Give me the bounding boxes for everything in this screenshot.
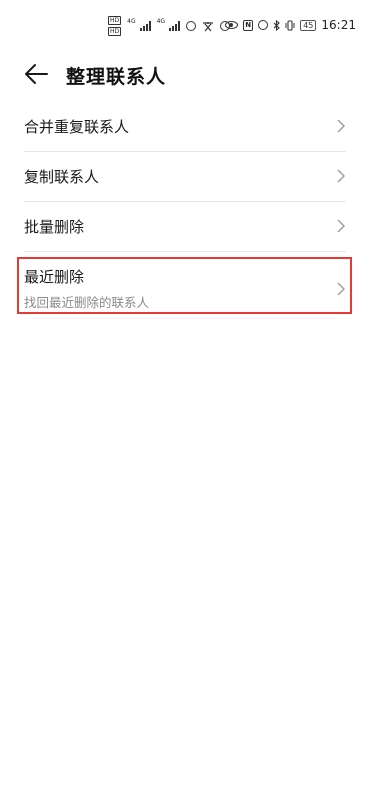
batch-delete-item[interactable]: 批量删除 (24, 202, 346, 252)
status-left: HD HD 4G 4G (108, 16, 231, 36)
battery-icon: 45 (300, 19, 317, 31)
back-arrow-icon (25, 64, 48, 84)
copy-contacts-item[interactable]: 复制联系人 (24, 152, 346, 202)
back-button[interactable] (22, 60, 50, 88)
network-type-2: 4G (156, 17, 166, 25)
clock-time: 16:21 (321, 18, 356, 32)
alarm-icon (258, 20, 269, 30)
eye-icon (225, 21, 239, 29)
chevron-right-icon (337, 119, 345, 133)
chevron-right-icon (337, 219, 345, 233)
app-header: 整理联系人 (0, 52, 370, 96)
network-type-1: 4G (127, 17, 136, 25)
nfc-icon: N (243, 19, 254, 31)
weibo-icon (186, 21, 197, 31)
item-label: 合并重复联系人 (24, 118, 130, 136)
signal-icon-2 (169, 21, 181, 31)
recently-deleted-item[interactable]: 最近删除 找回最近删除的联系人 (24, 258, 346, 318)
page-title: 整理联系人 (66, 66, 167, 88)
item-label: 复制联系人 (24, 168, 100, 186)
merge-duplicates-item[interactable]: 合并重复联系人 (24, 102, 346, 152)
chevron-right-icon (337, 282, 345, 296)
sim2-label: HD (108, 27, 122, 36)
sim-icon: HD HD (108, 16, 122, 36)
signal-icon (139, 21, 151, 31)
vibrate-icon (285, 19, 295, 31)
translate-icon (203, 21, 214, 31)
settings-list: 合并重复联系人 复制联系人 批量删除 最近删除 找回最近删除的联系人 (0, 102, 370, 318)
bluetooth-icon (273, 19, 281, 31)
status-bar: HD HD 4G 4G N 45 16:21 (0, 0, 370, 52)
chevron-right-icon (337, 169, 345, 183)
item-label: 最近删除 (24, 268, 85, 286)
item-subtitle: 找回最近删除的联系人 (24, 295, 150, 310)
sim1-label: HD (108, 16, 122, 25)
item-label: 批量删除 (24, 218, 85, 236)
status-right: N 45 16:21 (225, 18, 356, 32)
